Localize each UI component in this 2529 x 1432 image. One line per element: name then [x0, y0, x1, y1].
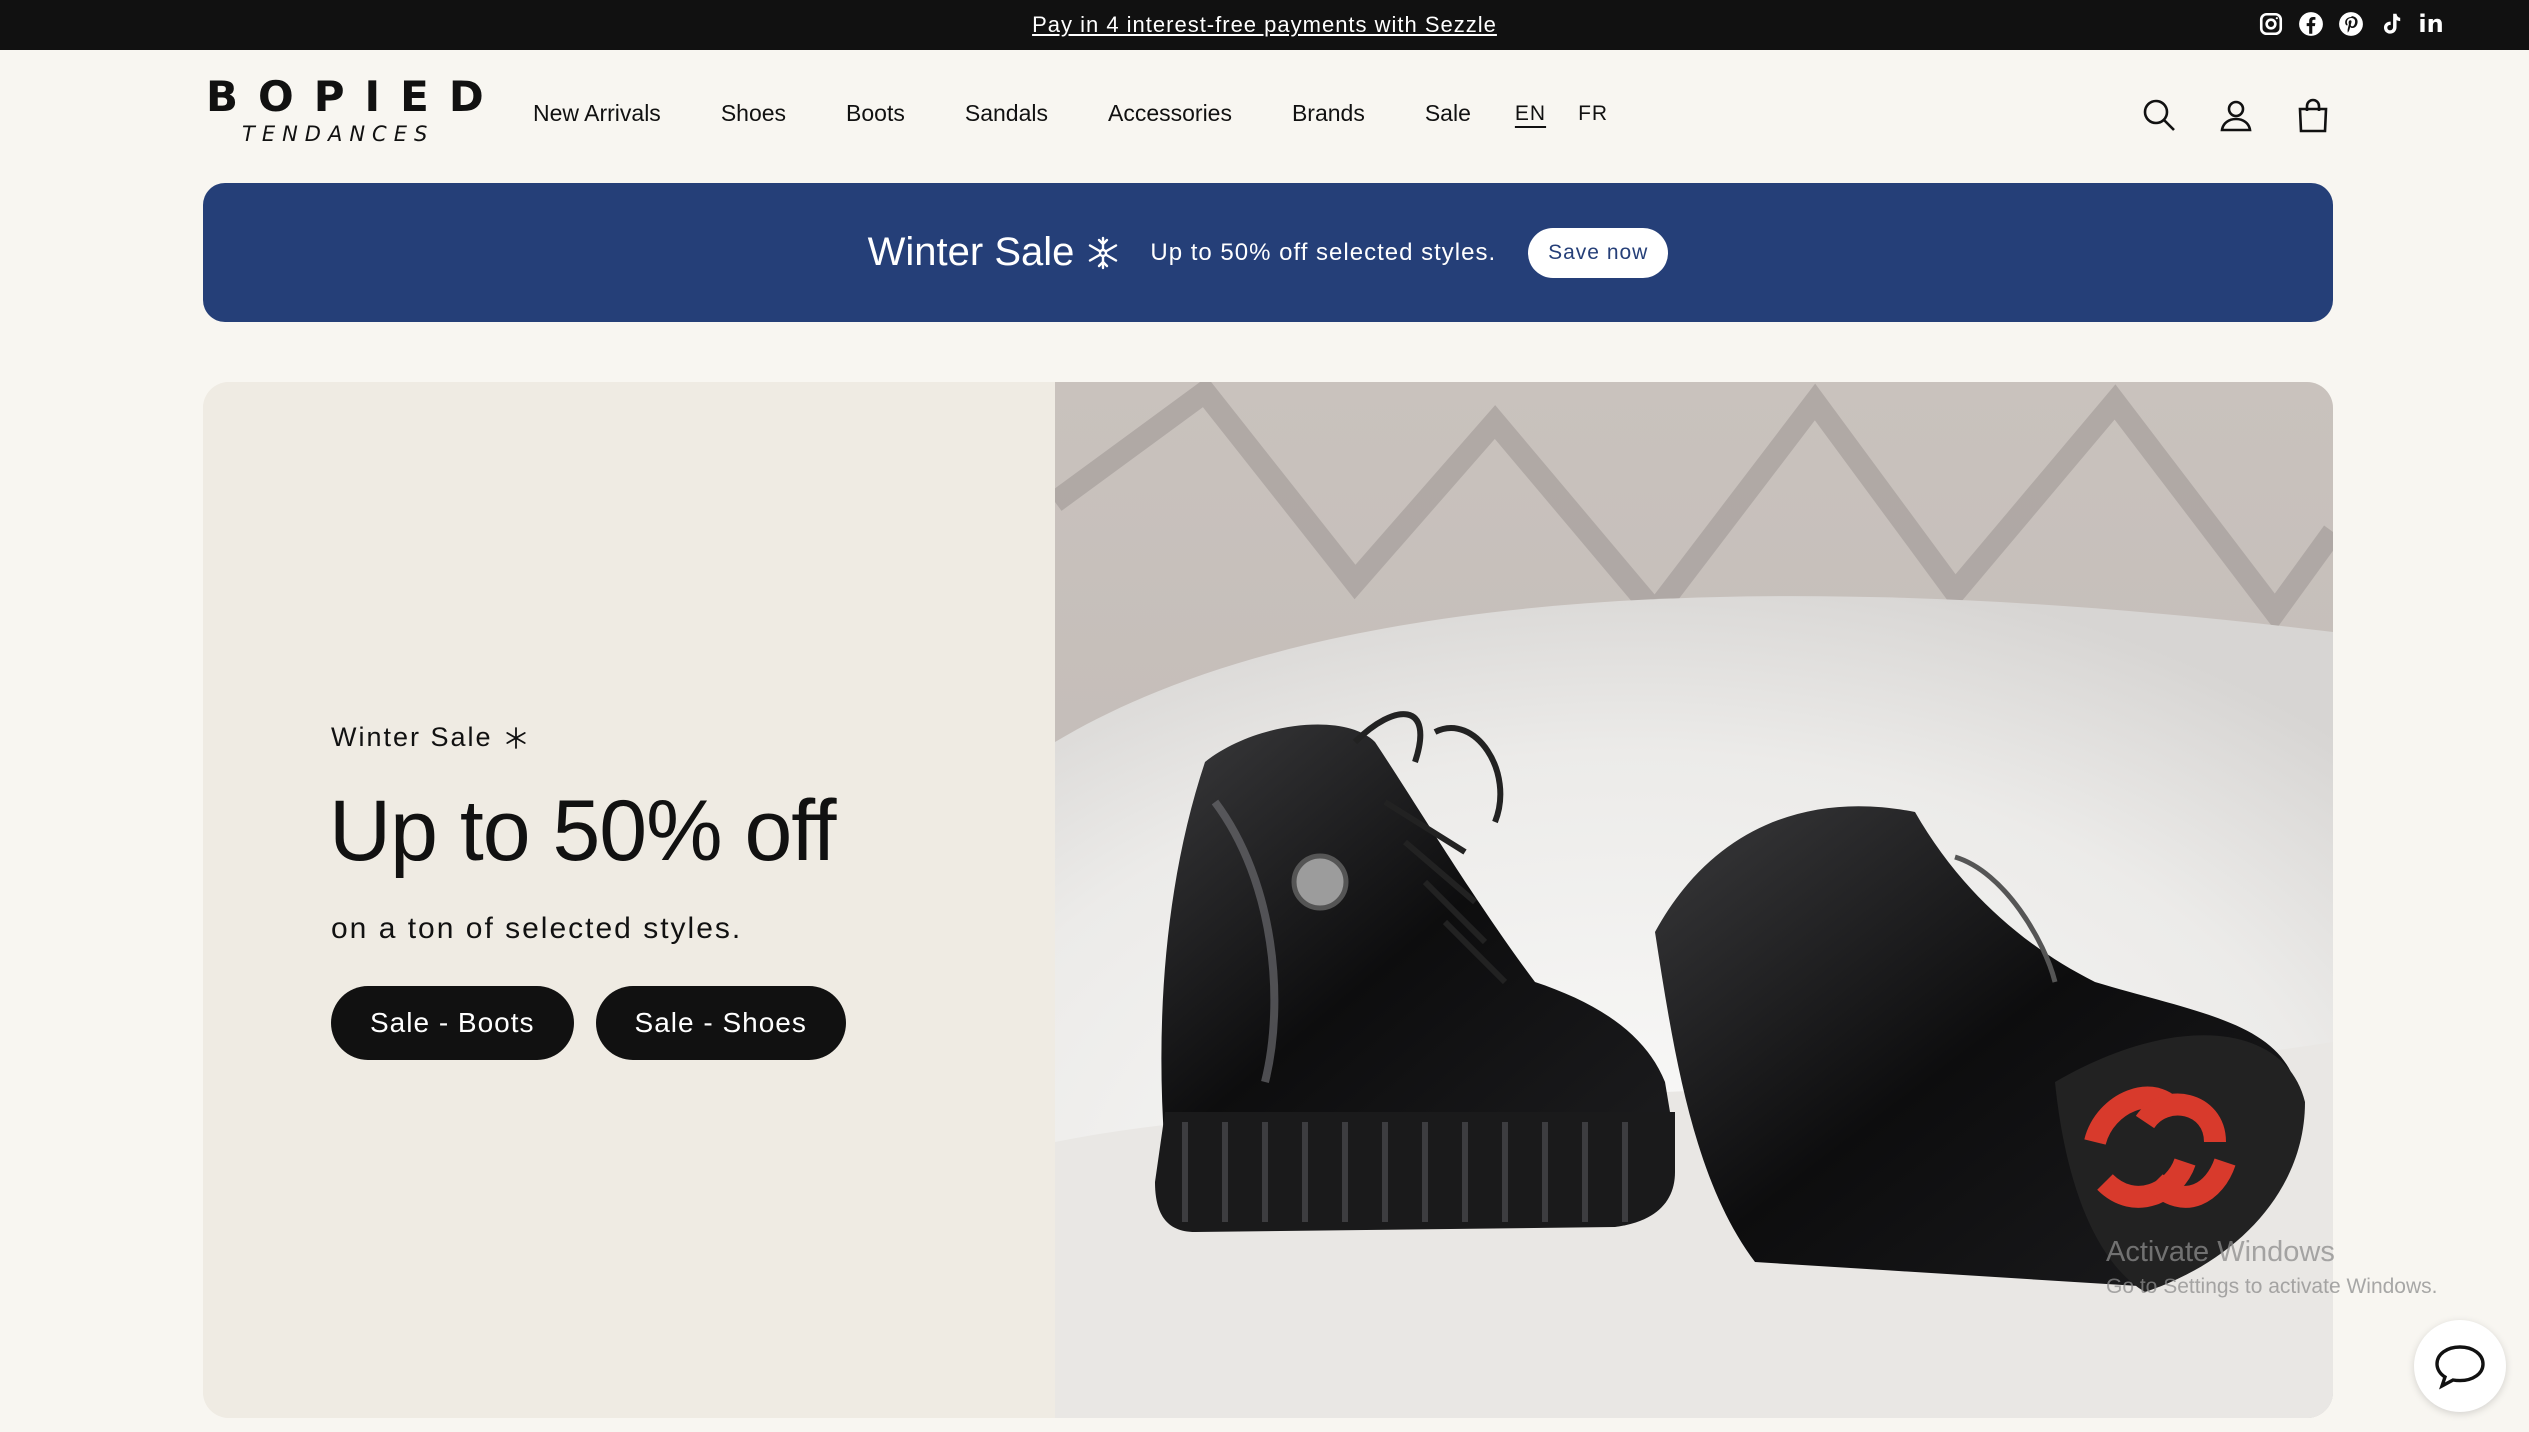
hero-section: Winter Sale Up to 50% off on a ton of se…: [203, 382, 2333, 1418]
hero-subtext: on a ton of selected styles.: [331, 912, 743, 945]
chat-icon: [2435, 1345, 2485, 1390]
announcement-bar: Pay in 4 interest-free payments with Sez…: [0, 0, 2529, 50]
activate-windows-watermark: Activate Windows Go to Settings to activ…: [2106, 1236, 2438, 1299]
main-navigation: New Arrivals Shoes Boots Sandals Accesso…: [533, 100, 1640, 127]
winter-sale-banner: Winter Sale Up to 50% off selected style…: [203, 183, 2333, 322]
logo-tagline: TENDANCES: [242, 122, 435, 146]
language-en[interactable]: EN: [1515, 102, 1546, 126]
account-icon[interactable]: [2218, 96, 2254, 134]
linkedin-icon[interactable]: in: [2418, 10, 2444, 38]
cart-icon[interactable]: [2295, 96, 2331, 134]
nav-sale[interactable]: Sale: [1425, 100, 1471, 127]
nav-shoes[interactable]: Shoes: [721, 100, 786, 127]
hero-eyebrow-text: Winter Sale: [331, 722, 493, 752]
save-now-button[interactable]: Save now: [1528, 227, 1669, 278]
logo-wordmark: BOPIED: [206, 72, 504, 121]
sale-shoes-button[interactable]: Sale - Shoes: [595, 986, 846, 1060]
watermark-title: Activate Windows: [2106, 1236, 2335, 1268]
facebook-icon[interactable]: [2298, 10, 2324, 38]
brand-logo[interactable]: BOPIED TENDANCES: [206, 72, 504, 147]
chat-button[interactable]: [2414, 1320, 2506, 1412]
banner-title: Winter Sale: [867, 230, 1075, 274]
header-actions: [2141, 96, 2331, 134]
hero-text-panel: Winter Sale Up to 50% off on a ton of se…: [203, 382, 1055, 1418]
sezzle-announcement-link[interactable]: Pay in 4 interest-free payments with Sez…: [0, 12, 2529, 38]
snowflake-icon: [505, 726, 526, 749]
hero-headline: Up to 50% off: [329, 783, 837, 879]
banner-text: Up to 50% off selected styles.: [1150, 238, 1497, 266]
sale-boots-button[interactable]: Sale - Boots: [331, 986, 574, 1060]
language-fr[interactable]: FR: [1578, 102, 1608, 126]
snowflake-icon: [1089, 236, 1118, 269]
hero-eyebrow: Winter Sale: [331, 722, 527, 753]
search-icon[interactable]: [2141, 96, 2177, 134]
instagram-icon[interactable]: [2258, 10, 2284, 38]
tiktok-icon[interactable]: [2378, 10, 2404, 38]
pinterest-icon[interactable]: [2338, 10, 2364, 38]
hero-buttons: Sale - Boots Sale - Shoes: [331, 986, 846, 1060]
nav-new-arrivals[interactable]: New Arrivals: [533, 100, 661, 127]
nav-brands[interactable]: Brands: [1292, 100, 1365, 127]
nav-boots[interactable]: Boots: [846, 100, 905, 127]
nav-accessories[interactable]: Accessories: [1108, 100, 1232, 127]
social-links: in: [2258, 10, 2444, 38]
watermark-subtitle: Go to Settings to activate Windows.: [2106, 1275, 2438, 1298]
nav-sandals[interactable]: Sandals: [965, 100, 1048, 127]
